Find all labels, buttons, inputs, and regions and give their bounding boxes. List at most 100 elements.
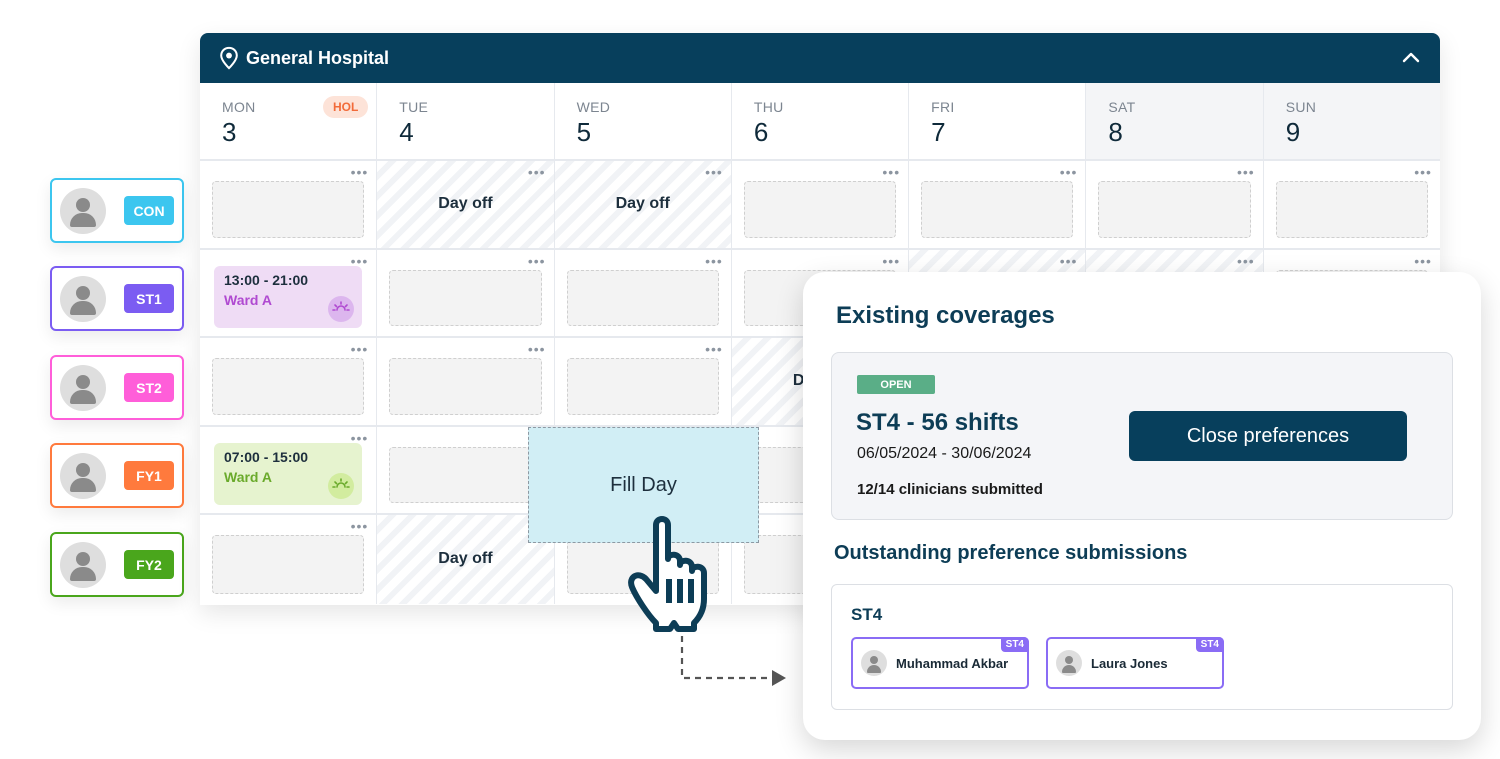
- coverage-submitted-count: 12/14 clinicians submitted: [857, 481, 1043, 498]
- coverage-title: ST4 - 56 shifts: [856, 409, 1019, 436]
- avatar: [60, 364, 106, 411]
- status-badge: OPEN: [857, 375, 935, 394]
- more-options-icon[interactable]: •••: [528, 165, 546, 179]
- more-options-icon[interactable]: •••: [1237, 254, 1255, 268]
- clinician-name: Muhammad Akbar: [896, 655, 1009, 671]
- rota-cell[interactable]: •••: [1086, 161, 1264, 248]
- empty-shift-slot[interactable]: [743, 181, 897, 238]
- rota-cell[interactable]: •••: [554, 338, 732, 425]
- empty-shift-slot[interactable]: [389, 358, 542, 415]
- more-options-icon[interactable]: •••: [1414, 165, 1432, 179]
- more-options-icon[interactable]: •••: [1060, 254, 1078, 268]
- role-card-fy2[interactable]: FY2: [50, 532, 184, 597]
- day-header-thu[interactable]: THU 6: [731, 83, 910, 159]
- more-options-icon[interactable]: •••: [351, 165, 369, 179]
- group-label: ST4: [851, 605, 883, 624]
- day-header-wed[interactable]: WED 5: [554, 83, 732, 159]
- day-header-sat[interactable]: SAT 8: [1086, 83, 1264, 159]
- day-number: 8: [1108, 117, 1123, 147]
- role-card-st1[interactable]: ST1: [50, 266, 184, 331]
- rota-cell[interactable]: •••: [200, 338, 378, 425]
- day-header-tue[interactable]: TUE 4: [377, 83, 555, 159]
- day-off-label: Day off: [615, 195, 670, 213]
- rota-cell[interactable]: •••: [554, 249, 732, 336]
- dotted-arrow-icon: [680, 636, 786, 686]
- rota-cell[interactable]: ••• 13:00 - 21:00 Ward A: [200, 249, 378, 336]
- avatar-body: [70, 477, 96, 492]
- rota-cell[interactable]: •••: [377, 338, 555, 425]
- day-name: SAT: [1108, 99, 1136, 115]
- sunrise-icon: [328, 473, 355, 499]
- empty-shift-slot[interactable]: [921, 181, 1074, 238]
- avatar: [60, 452, 106, 499]
- empty-shift-slot[interactable]: [212, 181, 365, 238]
- role-card-con[interactable]: CON: [50, 178, 184, 243]
- rota-cell[interactable]: ••• Day off: [377, 161, 555, 248]
- day-name: TUE: [399, 99, 429, 115]
- rota-cell[interactable]: •••: [1263, 161, 1440, 248]
- outstanding-submissions: ST4 Muhammad Akbar ST4 Laura Jones ST4: [831, 584, 1453, 710]
- empty-shift-slot[interactable]: [1275, 181, 1428, 238]
- more-options-icon[interactable]: •••: [528, 254, 546, 268]
- rota-cell[interactable]: ••• 07:00 - 15:00 Ward A: [200, 426, 378, 513]
- rota-row-con: ••• ••• Day off ••• Day off ••• ••• ••• •••: [200, 161, 1440, 250]
- clinician-chip[interactable]: Laura Jones ST4: [1046, 637, 1224, 689]
- coverages-panel: Existing coverages OPEN ST4 - 56 shifts …: [803, 272, 1481, 740]
- hospital-name: General Hospital: [246, 47, 390, 68]
- day-number: 3: [222, 117, 237, 147]
- panel-title: Existing coverages: [836, 302, 1055, 329]
- role-badge: FY2: [124, 550, 174, 579]
- avatar-body: [70, 300, 96, 315]
- day-header-mon[interactable]: MON 3 HOL: [200, 83, 378, 159]
- empty-shift-slot[interactable]: [212, 535, 365, 594]
- avatar-head: [1065, 656, 1073, 664]
- avatar-head: [76, 197, 90, 212]
- outstanding-title: Outstanding preference submissions: [834, 542, 1188, 564]
- avatar-body: [70, 389, 96, 404]
- more-options-icon[interactable]: •••: [705, 254, 723, 268]
- day-number: 4: [399, 117, 414, 147]
- rota-cell[interactable]: ••• Day off: [554, 161, 732, 248]
- clinician-chip[interactable]: Muhammad Akbar ST4: [851, 637, 1029, 689]
- close-preferences-button[interactable]: Close preferences: [1129, 411, 1407, 461]
- role-badge: ST1: [124, 284, 174, 313]
- rota-cell[interactable]: •••: [909, 161, 1087, 248]
- more-options-icon[interactable]: •••: [1237, 165, 1255, 179]
- day-header-sun[interactable]: SUN 9: [1263, 83, 1440, 159]
- more-options-icon[interactable]: •••: [882, 165, 900, 179]
- more-options-icon[interactable]: •••: [705, 165, 723, 179]
- empty-shift-slot[interactable]: [566, 358, 719, 415]
- avatar: [60, 275, 106, 322]
- rota-cell[interactable]: •••: [731, 161, 910, 248]
- empty-shift-slot[interactable]: [1098, 181, 1251, 238]
- role-card-fy1[interactable]: FY1: [50, 443, 184, 508]
- avatar-body: [70, 566, 96, 581]
- more-options-icon[interactable]: •••: [705, 342, 723, 356]
- calendar-header: General Hospital: [200, 33, 1440, 83]
- empty-shift-slot[interactable]: [212, 358, 365, 415]
- shift-card[interactable]: 13:00 - 21:00 Ward A: [214, 265, 363, 328]
- more-options-icon[interactable]: •••: [351, 519, 369, 533]
- more-options-icon[interactable]: •••: [528, 342, 546, 356]
- chevron-up-icon[interactable]: [1400, 47, 1422, 69]
- more-options-icon[interactable]: •••: [1414, 254, 1432, 268]
- holiday-badge: HOL: [322, 96, 369, 118]
- rota-cell[interactable]: •••: [200, 161, 378, 248]
- empty-shift-slot[interactable]: [566, 269, 719, 326]
- day-name: WED: [576, 99, 611, 115]
- avatar: [60, 541, 106, 588]
- more-options-icon[interactable]: •••: [351, 342, 369, 356]
- role-card-st2[interactable]: ST2: [50, 355, 184, 420]
- map-pin-icon: [220, 46, 238, 70]
- empty-shift-slot[interactable]: [389, 446, 542, 503]
- rota-cell[interactable]: •••: [200, 515, 378, 604]
- day-header-fri[interactable]: FRI 7: [909, 83, 1087, 159]
- more-options-icon[interactable]: •••: [1060, 165, 1078, 179]
- shift-card[interactable]: 07:00 - 15:00 Ward A: [214, 442, 363, 505]
- day-name: THU: [753, 99, 784, 115]
- more-options-icon[interactable]: •••: [882, 254, 900, 268]
- rota-cell[interactable]: •••: [377, 249, 555, 336]
- empty-shift-slot[interactable]: [389, 269, 542, 326]
- role-badge: CON: [124, 196, 174, 225]
- avatar-head: [76, 374, 90, 389]
